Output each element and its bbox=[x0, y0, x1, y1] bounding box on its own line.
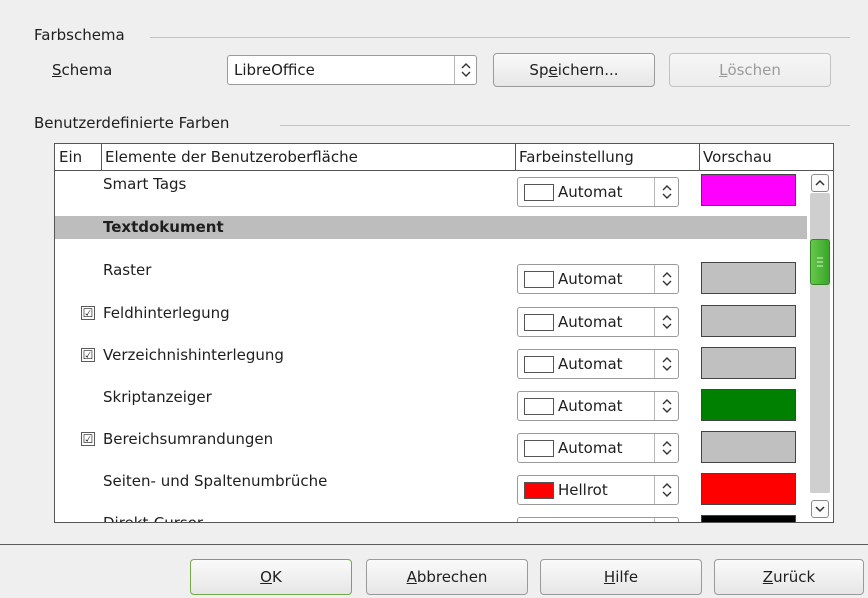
table-row: ☑ Feldhinterlegung Automat bbox=[55, 294, 807, 337]
table-header: Ein Elemente der Benutzeroberfläche Farb… bbox=[55, 144, 833, 171]
color-select[interactable]: Automat bbox=[517, 307, 679, 337]
category-label: Textdokument bbox=[103, 218, 224, 236]
color-select[interactable]: Hellrot bbox=[517, 475, 679, 505]
table-row: ☑ Bereichsumrandungen Automat bbox=[55, 420, 807, 463]
element-label: Verzeichnishinterlegung bbox=[103, 346, 284, 364]
updown-chevron-icon bbox=[654, 178, 678, 206]
color-scheme-section-title: Farbschema bbox=[34, 26, 131, 44]
updown-chevron-icon bbox=[654, 518, 678, 522]
element-label: Direkt-Cursor bbox=[103, 514, 204, 523]
element-label: Raster bbox=[103, 261, 152, 279]
updown-chevron-icon bbox=[654, 392, 678, 420]
color-swatch bbox=[524, 397, 554, 415]
footer-separator bbox=[0, 544, 868, 545]
color-scheme-section-line bbox=[150, 37, 850, 38]
color-swatch bbox=[524, 183, 554, 201]
color-preview bbox=[701, 305, 796, 337]
element-label: Bereichsumrandungen bbox=[103, 430, 274, 448]
cancel-button[interactable]: Abbrechen bbox=[366, 559, 528, 595]
table-row: Direkt-Cursor bbox=[55, 504, 807, 523]
color-swatch bbox=[524, 481, 554, 499]
table-row: ☑ Verzeichnishinterlegung Automat bbox=[55, 336, 807, 379]
delete-scheme-button[interactable]: Löschen bbox=[669, 53, 831, 87]
color-select-value: Automat bbox=[558, 313, 623, 331]
color-select[interactable]: Automat bbox=[517, 433, 679, 463]
scheme-select-value: LibreOffice bbox=[234, 61, 315, 79]
color-preview bbox=[701, 347, 796, 379]
table-row: Raster Automat bbox=[55, 251, 807, 294]
color-preview bbox=[701, 515, 796, 522]
color-preview bbox=[701, 174, 796, 206]
element-label: Smart Tags bbox=[103, 175, 187, 193]
updown-chevron-icon bbox=[654, 434, 678, 462]
color-select-value: Automat bbox=[558, 355, 623, 373]
updown-chevron-icon bbox=[454, 56, 476, 84]
updown-chevron-icon bbox=[654, 265, 678, 293]
color-swatch bbox=[524, 313, 554, 331]
scroll-down-button[interactable] bbox=[811, 500, 829, 518]
column-header-color-setting[interactable]: Farbeinstellung bbox=[515, 144, 699, 170]
table-row: Smart Tags Automat bbox=[55, 171, 807, 213]
table-body: Smart Tags Automat Textdokument Raster A… bbox=[55, 171, 807, 523]
save-scheme-button[interactable]: Sp e ichern... bbox=[493, 53, 655, 87]
color-select-value: Automat bbox=[558, 397, 623, 415]
color-select-value: Hellrot bbox=[558, 481, 608, 499]
updown-chevron-icon bbox=[654, 350, 678, 378]
vertical-scrollbar[interactable] bbox=[807, 171, 833, 522]
visibility-checkbox[interactable]: ☑ bbox=[81, 306, 95, 320]
chevron-down-icon bbox=[815, 506, 825, 513]
color-select[interactable]: Automat bbox=[517, 177, 679, 207]
element-label: Skriptanzeiger bbox=[103, 388, 212, 406]
color-preview bbox=[701, 389, 796, 421]
scroll-up-button[interactable] bbox=[811, 174, 829, 192]
color-select[interactable] bbox=[517, 517, 679, 522]
color-select[interactable]: Automat bbox=[517, 391, 679, 421]
color-select[interactable]: Automat bbox=[517, 264, 679, 294]
visibility-checkbox[interactable]: ☑ bbox=[81, 348, 95, 362]
category-row: Textdokument bbox=[55, 216, 807, 239]
scroll-track[interactable] bbox=[810, 193, 830, 493]
color-select[interactable]: Automat bbox=[517, 349, 679, 379]
custom-colors-section-line bbox=[280, 125, 850, 126]
updown-chevron-icon bbox=[654, 308, 678, 336]
element-label: Feldhinterlegung bbox=[103, 304, 230, 322]
color-select-value: Automat bbox=[558, 183, 623, 201]
visibility-checkbox[interactable]: ☑ bbox=[81, 432, 95, 446]
color-select-value: Automat bbox=[558, 270, 623, 288]
table-row: Seiten- und Spaltenumbrüche Hellrot bbox=[55, 462, 807, 505]
color-preview bbox=[701, 473, 796, 505]
color-elements-table: Ein Elemente der Benutzeroberfläche Farb… bbox=[54, 143, 834, 523]
scheme-select[interactable]: LibreOffice bbox=[227, 55, 477, 85]
element-label: Seiten- und Spaltenumbrüche bbox=[103, 472, 328, 490]
ok-button[interactable]: OK bbox=[190, 559, 352, 595]
column-header-preview[interactable]: Vorschau bbox=[699, 144, 833, 170]
scheme-label: Schema bbox=[52, 61, 113, 79]
custom-colors-section-title: Benutzerdefinierte Farben bbox=[34, 114, 236, 132]
chevron-up-icon bbox=[815, 179, 825, 186]
table-row: Skriptanzeiger Automat bbox=[55, 378, 807, 421]
updown-chevron-icon bbox=[654, 476, 678, 504]
color-swatch bbox=[524, 439, 554, 457]
column-header-elements[interactable]: Elemente der Benutzeroberfläche bbox=[101, 144, 515, 170]
color-preview bbox=[701, 431, 796, 463]
color-swatch bbox=[524, 355, 554, 373]
back-button[interactable]: Zurück bbox=[714, 559, 864, 595]
help-button[interactable]: Hilfe bbox=[540, 559, 702, 595]
column-header-on[interactable]: Ein bbox=[55, 144, 101, 170]
grip-icon bbox=[817, 257, 823, 267]
color-select-value: Automat bbox=[558, 439, 623, 457]
color-swatch bbox=[524, 270, 554, 288]
scroll-thumb[interactable] bbox=[810, 239, 830, 285]
color-preview bbox=[701, 262, 796, 294]
